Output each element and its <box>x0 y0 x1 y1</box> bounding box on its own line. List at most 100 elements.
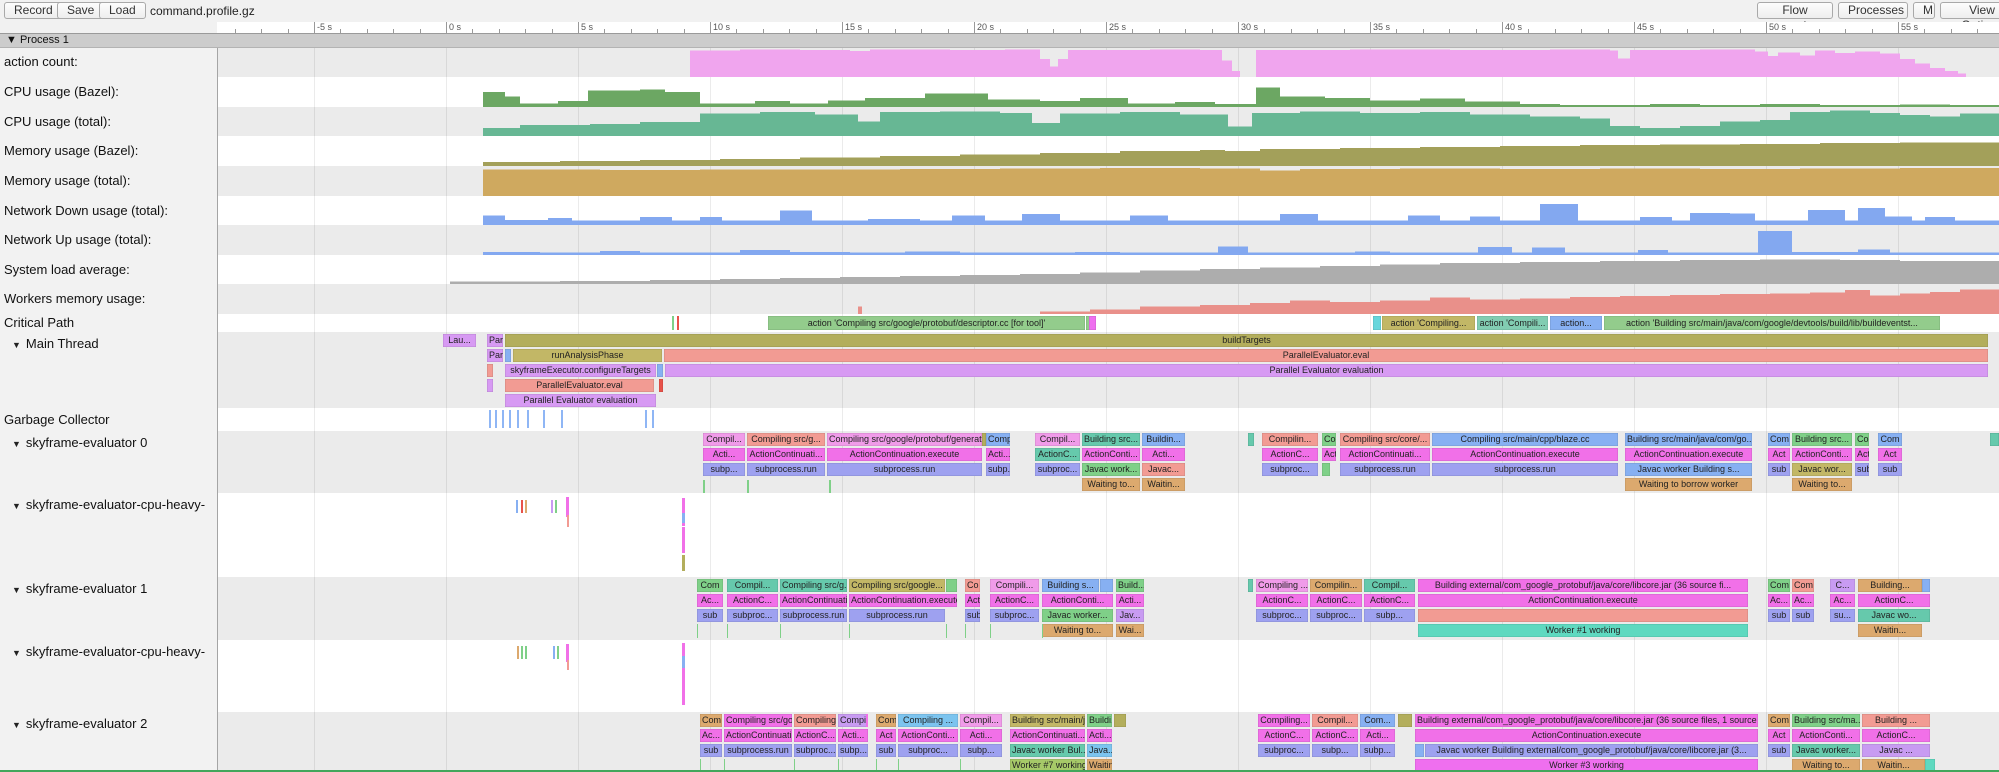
trace-event-bar[interactable]: subprocess.run <box>1432 463 1618 476</box>
trace-event-bar[interactable]: Com <box>1768 433 1790 446</box>
trace-event-bar[interactable]: Act <box>1878 448 1902 461</box>
trace-event-bar[interactable] <box>659 379 663 392</box>
trace-event-bar[interactable]: Compiling src/google... <box>724 714 792 727</box>
trace-event-bar[interactable]: Building src... <box>1792 433 1852 446</box>
trace-event-bar[interactable]: Compiling src/main/cpp/blaze.cc <box>1432 433 1618 446</box>
trace-event-tick[interactable] <box>566 497 569 517</box>
trace-event-bar[interactable]: Com... <box>1360 714 1395 727</box>
trace-event-bar[interactable]: Com <box>697 579 723 592</box>
trace-event-bar[interactable]: Building... <box>1858 579 1922 592</box>
action-count-chart[interactable] <box>217 47 1999 77</box>
trace-event-bar[interactable]: Compiling src/core/... <box>1340 433 1430 446</box>
trace-event-bar[interactable]: Compiling ... <box>1256 579 1308 592</box>
trace-event-bar[interactable]: ActionContinuation.execute <box>1418 594 1748 607</box>
trace-event-tick[interactable] <box>1042 624 1043 638</box>
trace-event-bar[interactable]: Compi... <box>838 714 868 727</box>
m-button[interactable]: M <box>1913 2 1935 19</box>
trace-event-bar[interactable]: ActionC... <box>1256 594 1308 607</box>
trace-event-tick[interactable] <box>682 670 685 705</box>
trace-event-bar[interactable]: Compili... <box>990 579 1039 592</box>
trace-event-bar[interactable]: ActionC... <box>1312 729 1358 742</box>
trace-event-bar[interactable]: ActionContinuati... <box>724 729 792 742</box>
flow-events-button[interactable]: Flow events <box>1757 2 1833 19</box>
trace-event-bar[interactable]: ActionContinuati... <box>1010 729 1085 742</box>
trace-event-bar[interactable]: ActionC... <box>1858 594 1930 607</box>
trace-event-tick[interactable] <box>697 624 698 638</box>
row-label-eval1[interactable]: ▼skyframe-evaluator 1 <box>4 581 147 596</box>
trace-event-bar[interactable]: action 'Building src/main/java/com/googl… <box>1604 316 1940 330</box>
trace-event-bar[interactable]: Javac work... <box>1082 463 1140 476</box>
trace-event-bar[interactable]: ActionC... <box>1035 448 1080 461</box>
trace-event-bar[interactable]: Co <box>965 579 980 592</box>
expand-triangle-icon[interactable]: ▼ <box>12 648 21 658</box>
trace-event-bar[interactable]: Acti... <box>960 729 1002 742</box>
trace-event-bar[interactable]: Par <box>487 334 503 347</box>
trace-event-bar[interactable]: Act <box>876 729 896 742</box>
trace-event-bar[interactable] <box>946 579 957 592</box>
trace-event-tick[interactable] <box>525 500 527 513</box>
trace-event-bar[interactable]: Java... <box>1087 744 1112 757</box>
trace-event-bar[interactable]: subproc... <box>794 744 836 757</box>
save-button[interactable]: Save <box>57 2 104 19</box>
trace-event-bar[interactable]: sub <box>700 744 722 757</box>
row-label-main_thread[interactable]: ▼Main Thread <box>4 336 99 351</box>
trace-event-tick[interactable] <box>489 410 491 428</box>
row-label-cpuheavy2[interactable]: ▼skyframe-evaluator-cpu-heavy- <box>4 644 205 659</box>
trace-event-bar[interactable]: subp... <box>960 744 1002 757</box>
trace-event-bar[interactable]: ActionContinuati... <box>1340 448 1430 461</box>
trace-event-bar[interactable]: sub <box>1768 463 1790 476</box>
trace-event-tick[interactable] <box>525 646 527 659</box>
trace-event-bar[interactable]: Com <box>876 714 896 727</box>
trace-event-bar[interactable]: sub <box>876 744 896 757</box>
trace-event-bar[interactable]: Acti... <box>1116 594 1144 607</box>
trace-event-bar[interactable]: Acti... <box>1087 729 1112 742</box>
trace-event-bar[interactable]: ActionC... <box>1258 729 1310 742</box>
trace-event-bar[interactable]: sub <box>1855 463 1869 476</box>
trace-event-bar[interactable]: action 'Compili... <box>1477 316 1548 330</box>
trace-event-bar[interactable]: subp... <box>986 463 1010 476</box>
trace-event-bar[interactable]: Javac wo... <box>1858 609 1930 622</box>
trace-event-bar[interactable]: Build... <box>1116 579 1144 592</box>
trace-event-bar[interactable]: subp... <box>1312 744 1358 757</box>
trace-event-bar[interactable]: subp... <box>838 744 868 757</box>
trace-event-bar[interactable]: subprocess.run <box>1340 463 1430 476</box>
trace-event-bar[interactable]: sub <box>1768 744 1790 757</box>
trace-event-tick[interactable] <box>517 646 519 659</box>
trace-event-bar[interactable]: Com <box>1768 714 1790 727</box>
trace-event-bar[interactable]: Parallel Evaluator evaluation <box>505 394 656 407</box>
trace-event-bar[interactable]: sub <box>1878 463 1902 476</box>
trace-event-bar[interactable]: subprocess.run <box>849 609 945 622</box>
trace-event-bar[interactable]: Waiting to... <box>1042 624 1113 637</box>
trace-event-bar[interactable] <box>487 379 493 392</box>
trace-event-bar[interactable]: Building src/main/java/com/go... <box>1625 433 1752 446</box>
row-label-cpuheavy1[interactable]: ▼skyframe-evaluator-cpu-heavy- <box>4 497 205 512</box>
trace-event-bar[interactable]: Compiling ... <box>898 714 958 727</box>
trace-event-bar[interactable]: Building src/ma... <box>1792 714 1860 727</box>
trace-event-bar[interactable]: subprocess.run <box>827 463 982 476</box>
trace-event-bar[interactable]: Compil... <box>1364 579 1415 592</box>
sys-load-chart[interactable] <box>217 255 1999 284</box>
trace-event-tick[interactable] <box>747 480 749 493</box>
trace-event-bar[interactable] <box>1373 316 1381 330</box>
trace-event-tick[interactable] <box>990 624 991 638</box>
trace-event-bar[interactable]: Ac... <box>697 594 723 607</box>
net-up-chart[interactable] <box>217 225 1999 255</box>
trace-event-bar[interactable]: subprocess.run <box>780 609 847 622</box>
trace-event-tick[interactable] <box>682 527 685 553</box>
trace-event-bar[interactable]: Act <box>1855 448 1869 461</box>
trace-event-tick[interactable] <box>521 646 523 659</box>
record-button[interactable]: Record <box>4 2 63 19</box>
trace-event-bar[interactable] <box>1114 714 1126 727</box>
trace-event-bar[interactable]: Compiling src/google/protobuf/generat... <box>827 433 982 446</box>
trace-event-bar[interactable] <box>1398 714 1412 727</box>
trace-event-bar[interactable]: Compilin... <box>1310 579 1362 592</box>
trace-event-bar[interactable]: Compil... <box>1035 433 1080 446</box>
trace-event-bar[interactable]: Worker #1 working <box>1418 624 1748 637</box>
trace-event-tick[interactable] <box>553 646 555 659</box>
trace-event-bar[interactable]: ParallelEvaluator.eval <box>664 349 1988 362</box>
process-header[interactable]: ▼ Process 1 <box>0 34 1999 48</box>
trace-event-bar[interactable]: subp... <box>1360 744 1395 757</box>
trace-event-bar[interactable]: ActionContinuation.execute <box>827 448 982 461</box>
trace-event-bar[interactable]: Compilin... <box>1262 433 1318 446</box>
trace-event-bar[interactable]: Waiting to borrow worker <box>1625 478 1752 491</box>
